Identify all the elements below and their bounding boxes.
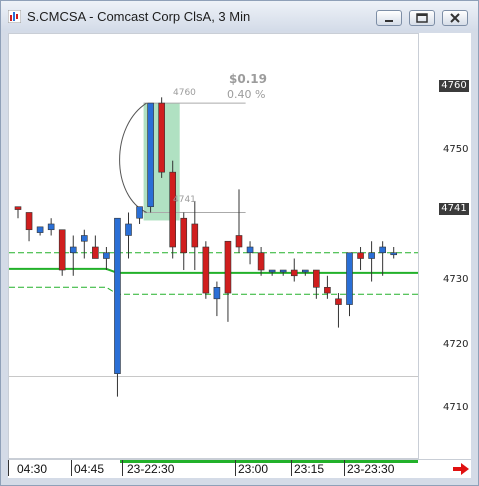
candle-body — [357, 252, 364, 259]
candle-body — [335, 298, 342, 305]
maximize-icon — [416, 13, 428, 23]
time-tick — [344, 460, 345, 476]
candle-body — [58, 229, 66, 271]
candle-body — [290, 269, 298, 277]
minimize-icon — [385, 20, 393, 22]
price-highlight-bottom: 4741 — [439, 203, 469, 215]
candle-body — [379, 246, 386, 254]
candle-body — [169, 171, 176, 248]
time-tick — [8, 460, 9, 476]
candle-body — [125, 223, 132, 236]
measure-change: $0.19 — [229, 72, 267, 86]
moving-average-line — [9, 267, 418, 274]
time-axis[interactable]: 04:30 04:45 23-22:30 23:00 23:15 23-23:3… — [8, 459, 471, 478]
candlestick-chart — [9, 97, 418, 397]
candle-body — [368, 252, 375, 259]
time-label: 23:15 — [294, 462, 325, 476]
candle-body — [158, 102, 165, 173]
window-title: S.CMCSA - Comcast Corp ClsA, 3 Min — [27, 9, 251, 24]
time-tick — [71, 460, 72, 476]
candle-body — [246, 246, 254, 254]
candle-body — [390, 252, 398, 256]
candle-body — [268, 269, 276, 273]
candle-body — [92, 246, 99, 259]
candle-body — [25, 212, 33, 231]
candle-body — [147, 102, 154, 208]
candle-body — [313, 269, 320, 288]
candle-body — [36, 226, 44, 233]
price-tick: 4750 — [443, 144, 469, 155]
price-tick: 4710 — [443, 402, 469, 413]
time-label: 23:00 — [238, 462, 269, 476]
maximize-button[interactable] — [409, 10, 435, 26]
candle-body — [346, 252, 353, 305]
close-icon — [450, 13, 460, 23]
title-bar[interactable]: S.CMCSA - Comcast Corp ClsA, 3 Min — [1, 1, 478, 31]
candle-body — [301, 269, 309, 273]
candle-body — [180, 217, 188, 254]
time-label: 04:45 — [74, 462, 105, 476]
candle-body — [47, 223, 55, 231]
candle-body — [235, 235, 243, 248]
price-axis[interactable]: 4760 4750 4741 4730 4720 4710 — [419, 33, 471, 459]
price-highlight-top: 4760 — [439, 80, 469, 92]
candle-body — [202, 246, 210, 294]
candle-body — [69, 246, 77, 254]
scroll-right-arrow-icon[interactable] — [452, 462, 470, 476]
candle-body — [191, 223, 199, 248]
candle-body — [14, 206, 22, 210]
candle-body — [224, 240, 232, 294]
time-tick — [291, 460, 292, 476]
time-tick — [122, 460, 123, 476]
minimize-button[interactable] — [376, 10, 402, 26]
candle-body — [136, 206, 143, 219]
close-button[interactable] — [442, 10, 468, 26]
measure-end-label: 4741 — [173, 195, 196, 205]
candle-body — [279, 269, 287, 273]
chart-window: S.CMCSA - Comcast Corp ClsA, 3 Min $0.19… — [0, 0, 479, 486]
time-label: 23-23:30 — [347, 462, 395, 476]
price-tick: 4720 — [443, 339, 469, 350]
measure-bracket — [119, 102, 147, 213]
candle-body — [213, 286, 221, 300]
price-chart-area[interactable]: $0.19 0.40 % 4760 4741 — [8, 33, 419, 459]
price-tick: 4730 — [443, 274, 469, 285]
candle-body — [103, 252, 110, 259]
measure-start-label: 4760 — [173, 88, 196, 98]
time-label: 04:30 — [17, 462, 48, 476]
candle-body — [81, 235, 88, 242]
time-label: 23-22:30 — [127, 462, 175, 476]
candle-body — [257, 252, 265, 271]
chart-app-icon — [8, 10, 21, 23]
time-tick — [235, 460, 236, 476]
measure-percent: 0.40 % — [227, 88, 266, 101]
candle-body — [114, 217, 121, 374]
candle-body — [324, 286, 331, 294]
